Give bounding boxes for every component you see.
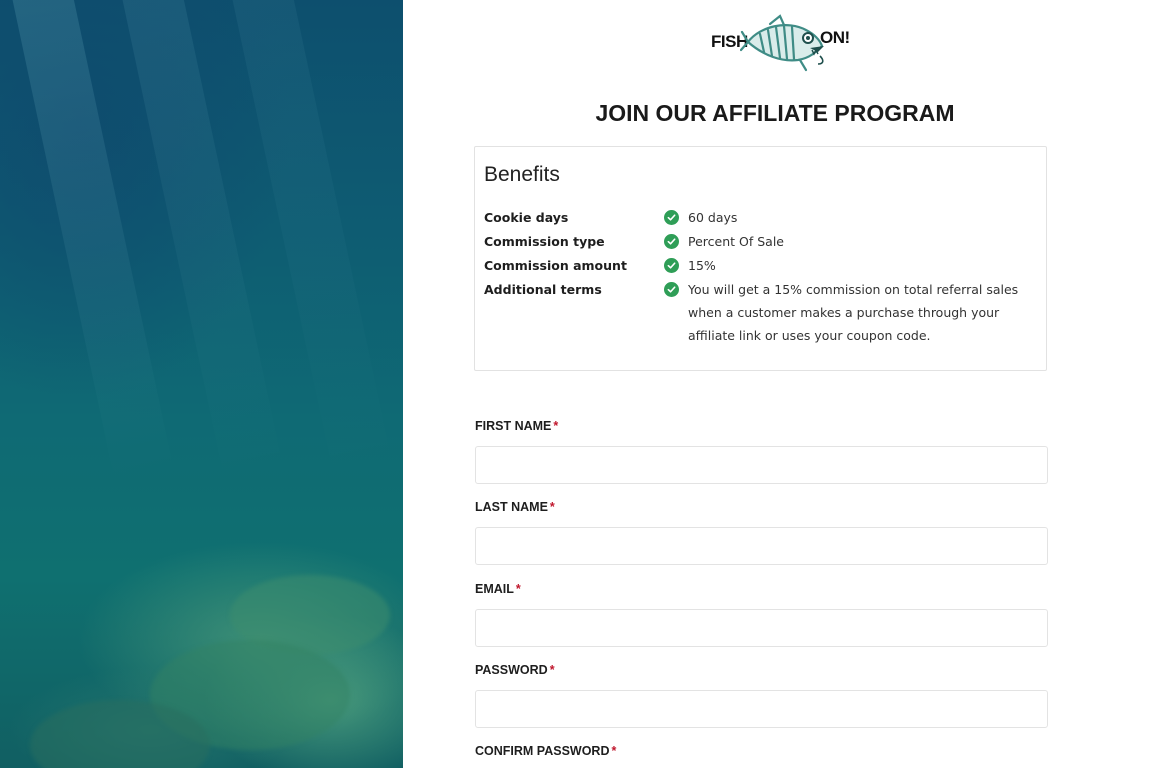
brand-logo[interactable]: FISH ON! xyxy=(708,12,850,74)
benefit-row: Additional terms You will get a 15% comm… xyxy=(484,278,1038,347)
benefit-row: Cookie days 60 days xyxy=(484,206,1038,229)
benefit-row: Commission type Percent Of Sale xyxy=(484,230,1038,253)
first-name-label: FIRST NAME * xyxy=(475,419,559,433)
fish-skeleton-icon xyxy=(740,14,824,72)
check-circle-icon xyxy=(664,210,679,225)
email-input[interactable] xyxy=(475,609,1048,647)
required-mark: * xyxy=(553,419,559,433)
benefit-key: Cookie days xyxy=(484,210,569,225)
benefit-value: 60 days xyxy=(688,210,738,225)
first-name-input[interactable] xyxy=(475,446,1048,484)
password-label: PASSWORD * xyxy=(475,663,555,677)
check-circle-icon xyxy=(664,258,679,273)
password-input[interactable] xyxy=(475,690,1048,728)
benefit-key: Commission amount xyxy=(484,258,627,273)
logo-word-right: ON! xyxy=(820,28,850,47)
email-label: EMAIL * xyxy=(475,582,521,596)
check-circle-icon xyxy=(664,234,679,249)
check-circle-icon xyxy=(664,282,679,297)
required-mark: * xyxy=(549,500,555,514)
last-name-label: LAST NAME * xyxy=(475,500,555,514)
last-name-input[interactable] xyxy=(475,527,1048,565)
required-mark: * xyxy=(515,582,521,596)
page-title: JOIN OUR AFFILIATE PROGRAM xyxy=(595,100,955,126)
benefit-value: Percent Of Sale xyxy=(688,234,784,249)
affiliate-signup-page: FISH ON! JOIN OUR AFFILIATE PROGRAM Bene… xyxy=(0,0,1152,768)
underwater-background-image xyxy=(0,0,403,768)
benefit-row: Commission amount 15% xyxy=(484,254,1038,277)
required-mark: * xyxy=(549,663,555,677)
benefit-value: You will get a 15% commission on total r… xyxy=(688,282,1019,343)
benefit-key: Commission type xyxy=(484,234,605,249)
benefit-value: 15% xyxy=(688,258,716,273)
benefit-key: Additional terms xyxy=(484,282,602,297)
benefits-card: Benefits Cookie days 60 days Commission … xyxy=(474,146,1047,371)
benefits-heading: Benefits xyxy=(484,163,560,186)
required-mark: * xyxy=(611,744,617,758)
confirm-password-label: CONFIRM PASSWORD * xyxy=(475,744,617,758)
